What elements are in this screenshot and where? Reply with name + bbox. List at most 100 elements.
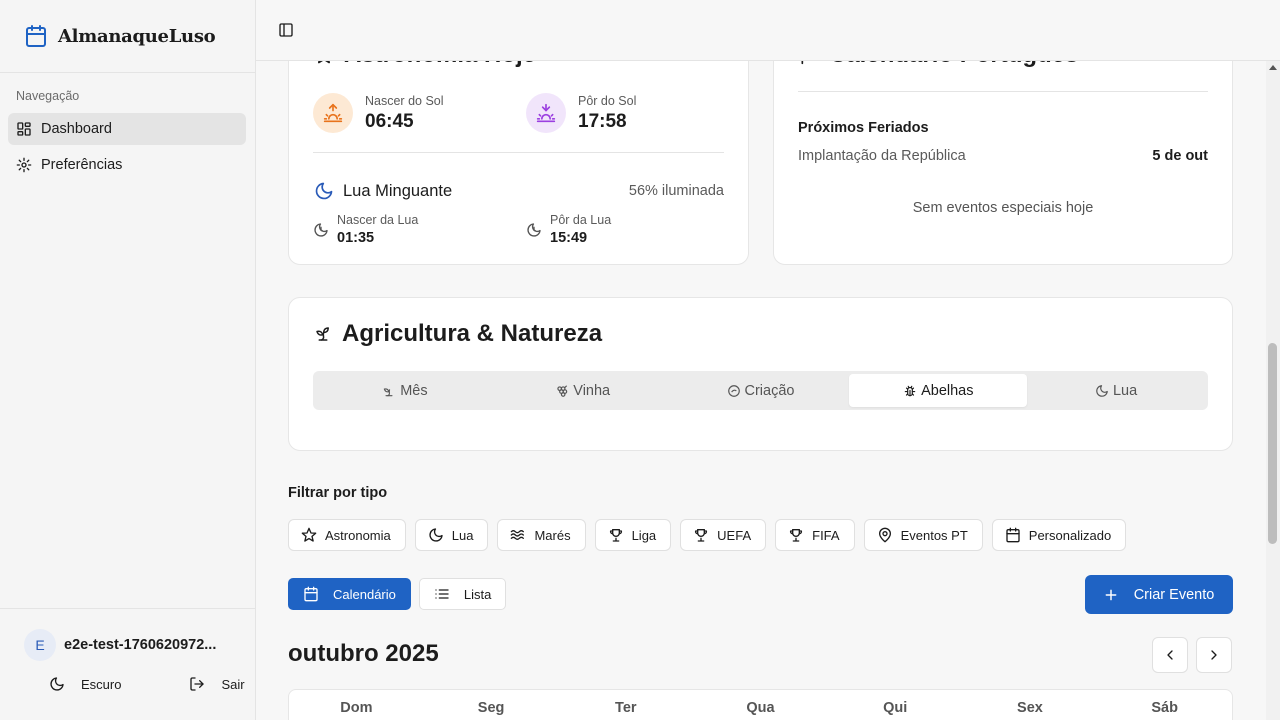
logout-button[interactable]: Sair xyxy=(173,676,245,692)
waves-icon xyxy=(510,527,534,543)
page-scrollbar[interactable] xyxy=(1266,61,1280,720)
filter-chips: Astronomia Lua Marés Liga UEFA FIFA Even… xyxy=(288,519,1135,551)
filter-chip-astronomia[interactable]: Astronomia xyxy=(288,519,406,551)
weekday: Sex xyxy=(1017,700,1043,716)
brand[interactable]: AlmanaqueLuso xyxy=(0,0,255,73)
filter-chip-liga[interactable]: Liga xyxy=(594,519,672,551)
plus-icon xyxy=(1104,588,1134,602)
moonrise-time: 01:35 xyxy=(337,230,375,246)
avatar: E xyxy=(24,629,56,661)
map-pin-icon xyxy=(877,527,901,543)
holiday-name: Implantação da República xyxy=(798,148,966,164)
egg-icon xyxy=(727,384,745,398)
weekday: Seg xyxy=(477,700,505,716)
sidebar-item-label: Dashboard xyxy=(41,121,112,137)
weekday: Qua xyxy=(746,700,775,716)
trophy-icon xyxy=(608,527,632,543)
filter-label: Filtrar por tipo xyxy=(288,485,388,501)
logout-label: Sair xyxy=(221,676,245,692)
filter-chip-personalizado[interactable]: Personalizado xyxy=(991,519,1127,551)
list-view-button[interactable]: Lista xyxy=(418,578,507,610)
app-name: AlmanaqueLuso xyxy=(58,25,216,47)
filter-chip-uefa[interactable]: UEFA xyxy=(680,519,767,551)
bug-icon xyxy=(903,384,921,398)
moonset: Pôr da Lua 15:49 xyxy=(526,213,611,246)
user-menu[interactable]: E e2e-test-1760620972... xyxy=(0,609,255,661)
calendar-icon xyxy=(24,24,48,48)
sprout-icon xyxy=(314,325,332,343)
logout-icon xyxy=(189,676,205,692)
sunrise-label: Nascer do Sol xyxy=(365,93,444,108)
grape-icon xyxy=(555,384,573,398)
trophy-icon xyxy=(788,527,812,543)
create-event-button[interactable]: Criar Evento xyxy=(1085,575,1233,614)
tab-mes[interactable]: Mês xyxy=(316,374,494,407)
gear-icon xyxy=(16,157,41,173)
sunrise-icon xyxy=(313,93,353,133)
sidebar: AlmanaqueLuso Navegação Dashboard Prefer… xyxy=(0,0,256,720)
divider xyxy=(313,152,724,153)
view-toggle: Calendário Lista xyxy=(288,578,514,610)
dashboard-icon xyxy=(16,121,41,137)
month-nav xyxy=(1152,637,1232,673)
scroll-up-arrow-icon[interactable] xyxy=(1269,65,1277,70)
moonset-label: Pôr da Lua xyxy=(550,213,612,227)
moon-icon xyxy=(1095,384,1113,398)
chevron-right-icon xyxy=(1206,647,1222,663)
sidebar-item-label: Preferências xyxy=(41,157,123,173)
top-header xyxy=(256,0,1280,61)
chevron-left-icon xyxy=(1162,647,1178,663)
sidebar-item-preferences[interactable]: Preferências xyxy=(8,149,246,181)
tab-criacao[interactable]: Criação xyxy=(672,374,850,407)
theme-toggle-button[interactable]: Escuro xyxy=(33,676,121,692)
month-title: outubro 2025 xyxy=(288,640,439,667)
panel-left-icon xyxy=(278,22,294,38)
moon-illumination: 56% iluminada xyxy=(628,183,724,199)
weekday: Dom xyxy=(340,700,373,716)
filter-chip-lua[interactable]: Lua xyxy=(414,519,489,551)
sunset-icon xyxy=(526,93,566,133)
sunset-label: Pôr do Sol xyxy=(578,93,637,108)
user-name: e2e-test-1760620972... xyxy=(64,637,217,653)
weekday: Sáb xyxy=(1151,700,1178,716)
theme-toggle-label: Escuro xyxy=(81,676,122,692)
filter-chip-eventos-pt[interactable]: Eventos PT xyxy=(863,519,983,551)
filter-chip-fifa[interactable]: FIFA xyxy=(775,519,855,551)
calendar-icon xyxy=(1005,527,1029,543)
weekday: Qui xyxy=(883,700,908,716)
divider xyxy=(798,91,1208,92)
prev-month-button[interactable] xyxy=(1152,637,1188,673)
tab-abelhas[interactable]: Abelhas xyxy=(849,374,1028,407)
moonrise: Nascer da Lua 01:35 xyxy=(313,213,418,246)
sidebar-item-dashboard[interactable]: Dashboard xyxy=(8,113,246,145)
trophy-icon xyxy=(693,527,717,543)
moon-icon xyxy=(428,527,452,543)
moon-phase-row: Lua Minguante 56% iluminada xyxy=(314,181,724,201)
main-content: Astronomia Hoje Nascer do Sol 06:45 Pôr … xyxy=(256,0,1266,720)
no-events-message: Sem eventos especiais hoje xyxy=(912,200,1094,216)
agriculture-tabs: Mês Vinha Criação Abelhas Lua xyxy=(313,371,1208,410)
tab-vinha[interactable]: Vinha xyxy=(494,374,672,407)
weekday: Ter xyxy=(615,700,637,716)
moon-icon xyxy=(49,676,65,692)
list-icon xyxy=(434,586,464,602)
moon-phase-label: Lua Minguante xyxy=(343,181,453,200)
scrollbar-thumb[interactable] xyxy=(1268,343,1277,544)
filter-chip-mares[interactable]: Marés xyxy=(497,519,586,551)
sidebar-toggle-button[interactable] xyxy=(278,22,294,38)
holiday-date: 5 de out xyxy=(1152,148,1208,164)
calendar-icon xyxy=(303,586,333,602)
sunset: Pôr do Sol 17:58 xyxy=(526,93,636,133)
agriculture-card: Agricultura & Natureza Mês Vinha Criação… xyxy=(288,297,1233,451)
agriculture-title: Agricultura & Natureza xyxy=(314,320,602,348)
calendar-view-button[interactable]: Calendário xyxy=(288,578,411,610)
moon-icon xyxy=(314,181,334,201)
weekday-header: Dom Seg Ter Qua Qui Sex Sáb xyxy=(288,689,1233,720)
next-holidays-title: Próximos Feriados xyxy=(798,120,929,136)
tab-lua[interactable]: Lua xyxy=(1027,374,1205,407)
sidebar-footer: E e2e-test-1760620972... Escuro Sair xyxy=(0,608,255,720)
next-month-button[interactable] xyxy=(1196,637,1232,673)
moon-clock-icon xyxy=(526,222,542,238)
moonrise-label: Nascer da Lua xyxy=(337,213,419,227)
moonset-time: 15:49 xyxy=(550,230,588,246)
